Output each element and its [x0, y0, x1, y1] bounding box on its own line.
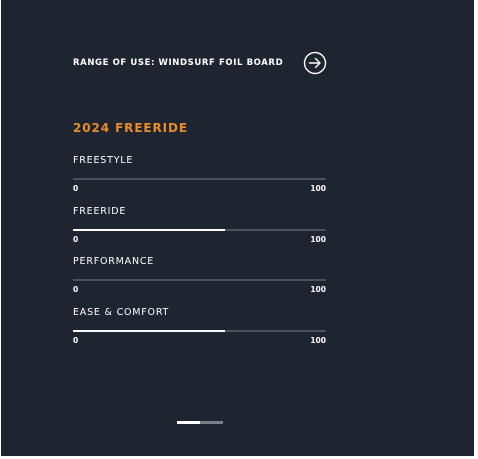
scale-max: 100 — [310, 235, 326, 244]
metric-track — [73, 330, 326, 332]
range-title: RANGE OF USE: WINDSURF FOIL BOARD — [73, 58, 284, 68]
metric-fill — [73, 330, 225, 332]
metric-label: EASE & COMFORT — [73, 307, 170, 318]
scale-min: 0 — [73, 285, 79, 294]
metric-scale: 0 100 — [73, 184, 326, 193]
metric-label: FREESTYLE — [73, 155, 134, 166]
pager-dot-2[interactable] — [200, 421, 223, 424]
scale-max: 100 — [310, 336, 326, 345]
range-header: RANGE OF USE: WINDSURF FOIL BOARD — [73, 50, 327, 76]
carousel-pager — [177, 421, 223, 424]
scale-max: 100 — [310, 184, 326, 193]
metric-label: PERFORMANCE — [73, 256, 155, 267]
metric-track — [73, 229, 326, 231]
metric-performance: PERFORMANCE 0 100 — [73, 256, 326, 294]
range-of-use-panel: RANGE OF USE: WINDSURF FOIL BOARD 2024 F… — [1, 0, 474, 456]
scale-min: 0 — [73, 336, 79, 345]
metric-track — [73, 279, 326, 281]
metric-scale: 0 100 — [73, 235, 326, 244]
scale-min: 0 — [73, 235, 79, 244]
metric-freeride: FREERIDE 0 100 — [73, 206, 326, 244]
scale-max: 100 — [310, 285, 326, 294]
metric-scale: 0 100 — [73, 285, 326, 294]
metric-freestyle: FREESTYLE 0 100 — [73, 155, 326, 193]
arrow-right-circle-icon[interactable] — [303, 51, 327, 75]
metric-track — [73, 178, 326, 180]
pager-dot-1[interactable] — [177, 421, 200, 424]
metric-fill — [73, 229, 225, 231]
metric-label: FREERIDE — [73, 206, 127, 217]
section-title: 2024 FREERIDE — [73, 121, 188, 135]
scale-min: 0 — [73, 184, 79, 193]
metric-scale: 0 100 — [73, 336, 326, 345]
metric-ease-comfort: EASE & COMFORT 0 100 — [73, 307, 326, 345]
